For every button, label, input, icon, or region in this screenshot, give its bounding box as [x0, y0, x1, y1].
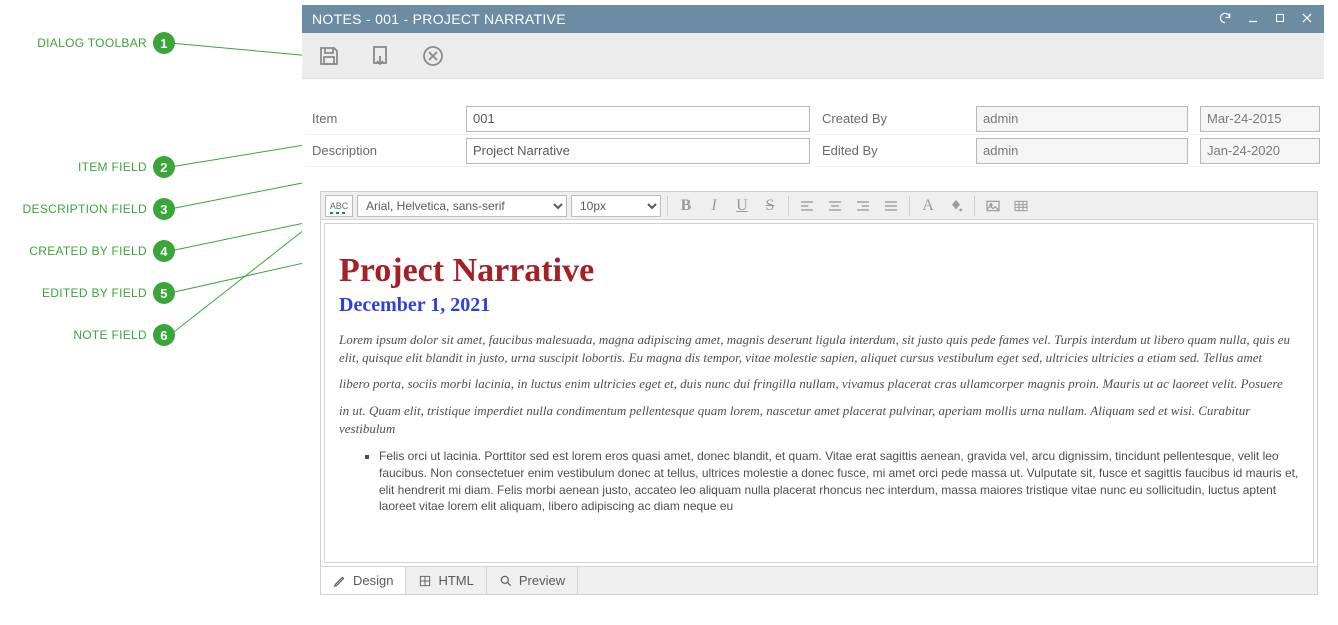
doc-list-item: Felis orci ut lacinia. Porttitor sed est…: [379, 448, 1299, 515]
annotation-badge: 1: [153, 32, 175, 54]
created-by-row: Created By admin Mar-24-2015: [816, 103, 1320, 135]
doc-date: December 1, 2021: [339, 294, 1299, 317]
annotations-column: DIALOG TOOLBAR 1 ITEM FIELD 2 DESCRIPTION FI…: [0, 0, 175, 625]
doc-paragraph: libero porta, sociis morbi lacinia, in l…: [339, 375, 1299, 393]
search-icon: [499, 574, 513, 588]
description-row: Description Project Narrative: [306, 135, 810, 167]
annotation-badge: 2: [153, 156, 175, 178]
annotation-badge: 5: [153, 282, 175, 304]
refresh-icon[interactable]: [1218, 11, 1232, 28]
item-row: Item 001: [306, 103, 810, 135]
editor-toolbar: ABC Arial, Helvetica, sans-serif 10px B …: [321, 192, 1317, 220]
tab-html[interactable]: HTML: [406, 567, 486, 594]
font-color-button[interactable]: A: [916, 195, 940, 217]
fill-color-button[interactable]: [944, 195, 968, 217]
align-justify-button[interactable]: [879, 195, 903, 217]
edited-by-field: admin: [976, 138, 1188, 164]
align-center-button[interactable]: [823, 195, 847, 217]
window-title: NOTES - 001 - PROJECT NARRATIVE: [312, 11, 1218, 27]
annotation-3: DESCRIPTION FIELD 3: [23, 198, 175, 220]
pencil-icon: [333, 574, 347, 588]
form-area: Item 001 Description Project Narrative C…: [302, 103, 1324, 167]
titlebar: NOTES - 001 - PROJECT NARRATIVE: [302, 5, 1324, 33]
item-label: Item: [306, 111, 466, 126]
tab-design[interactable]: Design: [321, 567, 406, 594]
dialog-toolbar: [302, 33, 1324, 79]
align-left-button[interactable]: [795, 195, 819, 217]
insert-table-button[interactable]: [1009, 195, 1033, 217]
edited-by-row: Edited By admin Jan-24-2020: [816, 135, 1320, 167]
annotation-badge: 6: [153, 324, 175, 346]
bold-button[interactable]: B: [674, 195, 698, 217]
annotation-label: DESCRIPTION FIELD: [23, 202, 147, 216]
annotation-badge: 3: [153, 198, 175, 220]
doc-paragraph: Lorem ipsum dolor sit amet, faucibus mal…: [339, 331, 1299, 367]
annotation-badge: 4: [153, 240, 175, 262]
annotation-label: EDITED BY FIELD: [42, 286, 147, 300]
created-by-field: admin: [976, 106, 1188, 132]
minimize-icon[interactable]: [1246, 11, 1260, 28]
annotation-5: EDITED BY FIELD 5: [42, 282, 175, 304]
notes-dialog: NOTES - 001 - PROJECT NARRATIVE: [302, 5, 1324, 601]
spellcheck-button[interactable]: ABC: [325, 195, 353, 217]
grid-icon: [418, 574, 432, 588]
window-controls: [1218, 11, 1314, 28]
edited-by-label: Edited By: [816, 143, 976, 158]
strikethrough-button[interactable]: S: [758, 195, 782, 217]
item-field[interactable]: 001: [466, 106, 810, 132]
editor-mode-tabs: Design HTML Preview: [321, 566, 1317, 594]
save-button[interactable]: [314, 41, 344, 71]
tab-preview[interactable]: Preview: [487, 567, 578, 594]
annotation-label: DIALOG TOOLBAR: [37, 36, 147, 50]
annotation-label: NOTE FIELD: [73, 328, 147, 342]
description-label: Description: [306, 143, 466, 158]
maximize-icon[interactable]: [1274, 11, 1286, 27]
doc-list: Felis orci ut lacinia. Porttitor sed est…: [379, 448, 1299, 515]
font-family-select[interactable]: Arial, Helvetica, sans-serif: [357, 195, 567, 217]
note-field: ABC Arial, Helvetica, sans-serif 10px B …: [320, 191, 1318, 595]
tab-design-label: Design: [353, 573, 393, 588]
save-and-close-button[interactable]: [366, 41, 396, 71]
annotation-2: ITEM FIELD 2: [78, 156, 175, 178]
italic-button[interactable]: I: [702, 195, 726, 217]
font-size-select[interactable]: 10px: [571, 195, 661, 217]
description-field[interactable]: Project Narrative: [466, 138, 810, 164]
annotation-4: CREATED BY FIELD 4: [29, 240, 175, 262]
tab-preview-label: Preview: [519, 573, 565, 588]
annotation-label: ITEM FIELD: [78, 160, 147, 174]
created-by-label: Created By: [816, 111, 976, 126]
annotation-1: DIALOG TOOLBAR 1: [37, 32, 175, 54]
form-left-column: Item 001 Description Project Narrative: [306, 103, 810, 167]
insert-image-button[interactable]: [981, 195, 1005, 217]
close-icon[interactable]: [1300, 11, 1314, 28]
cancel-button[interactable]: [418, 41, 448, 71]
edited-by-date: Jan-24-2020: [1200, 138, 1320, 164]
annotation-label: CREATED BY FIELD: [29, 244, 147, 258]
annotation-6: NOTE FIELD 6: [73, 324, 175, 346]
underline-button[interactable]: U: [730, 195, 754, 217]
align-right-button[interactable]: [851, 195, 875, 217]
tab-html-label: HTML: [438, 573, 473, 588]
doc-paragraph: in ut. Quam elit, tristique imperdiet nu…: [339, 402, 1299, 438]
doc-title: Project Narrative: [339, 252, 1299, 290]
created-by-date: Mar-24-2015: [1200, 106, 1320, 132]
editor-body[interactable]: Project Narrative December 1, 2021 Lorem…: [324, 223, 1314, 563]
form-right-column: Created By admin Mar-24-2015 Edited By a…: [816, 103, 1320, 167]
